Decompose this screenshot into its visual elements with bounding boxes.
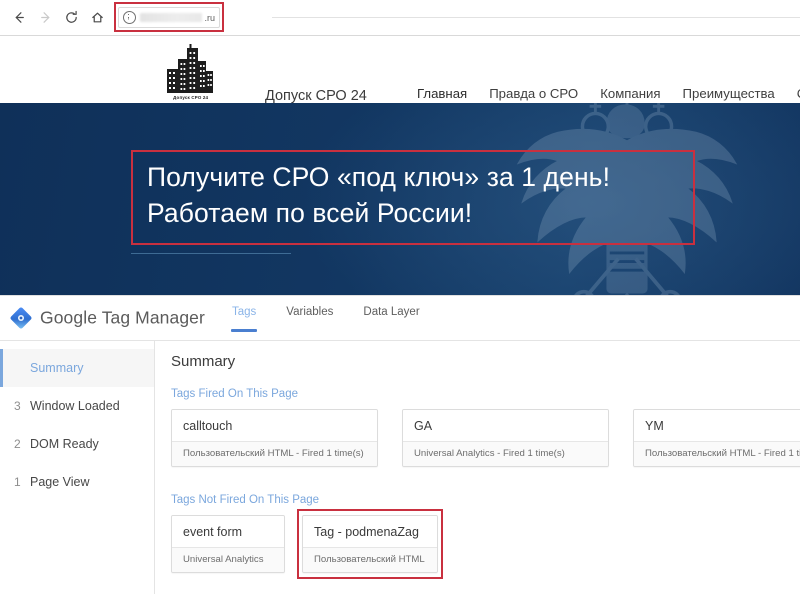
gtm-wordmark: Google Tag Manager [40,308,205,329]
logo-caption: Допуск СРО 24 [173,94,209,101]
tag-card-podmenazag[interactable]: Tag - podmenaZag Пользовательский HTML [302,515,438,573]
home-button[interactable] [84,5,110,31]
gtm-tab-bar: Tags Variables Data Layer [230,306,420,332]
reload-icon [65,10,77,23]
gtm-topbar: Google Tag Manager Tags Variables Data L… [0,296,800,341]
tag-card-title: event form [172,516,284,547]
sidebar-item-dom-ready[interactable]: 2 DOM Ready [0,425,154,463]
tag-card-ga[interactable]: GA Universal Analytics - Fired 1 time(s) [402,409,609,467]
tag-card-detail: Пользовательский HTML [303,547,437,572]
page-title: Summary [171,353,236,370]
address-bar-container: .ru [114,2,224,32]
back-button[interactable] [6,5,32,31]
nav-item-preimushchestva[interactable]: Преимущества [683,86,775,103]
sidebar-item-window-loaded-number: 3 [14,399,21,413]
tag-card-event-form-wrap: event form Universal Analytics [171,515,285,573]
sidebar-item-window-loaded-label: Window Loaded [30,399,120,413]
hero-decorative-line [131,253,291,254]
hero-headline-line-1: Получите СРО «под ключ» за 1 день! [147,162,611,192]
sidebar-item-dom-ready-label: DOM Ready [30,437,99,451]
reload-button[interactable] [58,5,84,31]
sidebar-item-summary[interactable]: Summary [0,349,154,387]
gtm-body: Summary 3 Window Loaded 2 DOM Ready 1 Pa… [0,341,800,594]
tag-card-podmenazag-wrap: Tag - podmenaZag Пользовательский HTML [297,509,443,579]
tags-not-fired-section-label: Tags Not Fired On This Page [171,494,320,506]
nav-item-kompaniya[interactable]: Компания [600,86,660,103]
gtm-wordmark-google: Google [40,307,98,328]
home-icon [91,12,103,23]
address-bar[interactable]: .ru [118,7,220,28]
sidebar-item-page-view[interactable]: 1 Page View [0,463,154,501]
tag-card-title: calltouch [172,410,377,441]
tag-card-title: Tag - podmenaZag [303,516,437,547]
site-logo[interactable]: Допуск СРО 24 [156,36,226,101]
site-brand-name: Допуск СРО 24 [265,88,367,103]
toolbar-filler [272,17,800,18]
site-header: Допуск СРО 24 Допуск СРО 24 Главная Прав… [0,36,800,103]
sidebar-item-dom-ready-number: 2 [14,437,21,451]
sidebar-item-summary-label: Summary [30,361,84,375]
tag-card-calltouch-wrap: calltouch Пользовательский HTML - Fired … [171,409,378,467]
sidebar-item-window-loaded[interactable]: 3 Window Loaded [0,387,154,425]
tag-card-ym-wrap: YM Пользовательский HTML - Fired 1 time(… [633,409,800,467]
google-tag-manager-diamond-icon [10,307,32,329]
url-redacted-text [140,13,203,22]
building-skyline-logo-icon [167,44,213,93]
tags-not-fired-list: event form Universal Analytics Tag - pod… [171,509,800,579]
tab-tags[interactable]: Tags [230,306,258,332]
forward-button[interactable] [32,5,58,31]
gtm-wordmark-product: Tag Manager [101,307,205,328]
tag-card-detail: Пользовательский HTML - Fired 1 time(s) [634,441,800,466]
arrow-left-icon [15,12,24,23]
tag-card-detail: Universal Analytics [172,547,284,572]
tag-card-title: GA [403,410,608,441]
tags-fired-section-label: Tags Fired On This Page [171,388,298,400]
google-tag-manager-panel: Google Tag Manager Tags Variables Data L… [0,295,800,594]
tag-card-detail: Universal Analytics - Fired 1 time(s) [403,441,608,466]
tag-card-event-form[interactable]: event form Universal Analytics [171,515,285,573]
arrow-right-icon [40,12,49,23]
info-circle-icon[interactable] [123,11,136,24]
site-navigation: Главная Правда о СРО Компания Преимущест… [417,86,800,103]
tab-variables[interactable]: Variables [286,306,333,332]
tag-card-title: YM [634,410,800,441]
screenshot-root: .ru Допуск СРО 24 Допуск СРО 24 Главная … [0,0,800,594]
gtm-main-content: Summary Tags Fired On This Page calltouc… [155,341,800,594]
url-tld: .ru [204,12,215,23]
gtm-sidebar: Summary 3 Window Loaded 2 DOM Ready 1 Pa… [0,341,155,594]
tag-card-ga-wrap: GA Universal Analytics - Fired 1 time(s) [402,409,609,467]
nav-item-glavnaya[interactable]: Главная [417,86,467,103]
browser-toolbar: .ru [0,0,800,36]
hero-banner: Получите СРО «под ключ» за 1 день! Работ… [0,103,800,295]
sidebar-item-page-view-label: Page View [30,475,90,489]
hero-headline-line-2: Работаем по всей России! [147,198,473,228]
hero-headline: Получите СРО «под ключ» за 1 день! Работ… [147,159,707,231]
tab-data-layer[interactable]: Data Layer [363,306,419,332]
tag-card-calltouch[interactable]: calltouch Пользовательский HTML - Fired … [171,409,378,467]
tag-card-ym[interactable]: YM Пользовательский HTML - Fired 1 time(… [633,409,800,467]
sidebar-item-page-view-number: 1 [14,475,21,489]
nav-item-pravda-o-sro[interactable]: Правда о СРО [489,86,578,103]
tag-card-detail: Пользовательский HTML - Fired 1 time(s) [172,441,377,466]
tags-fired-list: calltouch Пользовательский HTML - Fired … [171,409,800,467]
